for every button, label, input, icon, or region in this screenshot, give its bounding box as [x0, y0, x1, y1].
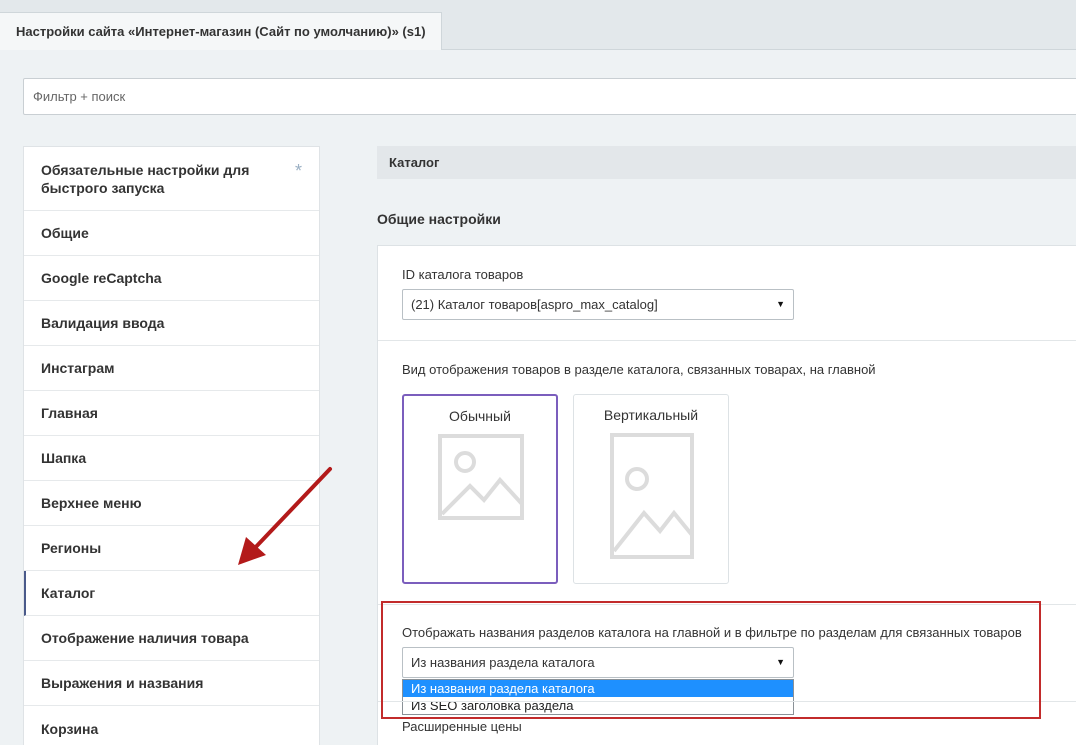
- catalog-id-label: ID каталога товаров: [402, 267, 524, 282]
- subsection-title: Общие настройки: [377, 211, 501, 227]
- sidebar-item-label: Главная: [41, 405, 98, 421]
- sidebar-item-cart[interactable]: Корзина: [24, 706, 319, 745]
- sidebar-item-label: Регионы: [41, 540, 102, 556]
- view-mode-card-title: Обычный: [449, 408, 511, 424]
- sidebar-item-catalog[interactable]: Каталог: [24, 571, 319, 616]
- view-mode-card-title: Вертикальный: [603, 407, 699, 423]
- red-arrow-icon: [238, 467, 332, 565]
- sidebar-item-label: Верхнее меню: [41, 495, 142, 511]
- sidebar-item-input-validation[interactable]: Валидация ввода: [24, 301, 319, 346]
- sidebar-item-stock-display[interactable]: Отображение наличия товара: [24, 616, 319, 661]
- image-placeholder-icon: [438, 434, 524, 520]
- sidebar-item-phrases[interactable]: Выражения и названия: [24, 661, 319, 706]
- sidebar-item-label: Отображение наличия товара: [41, 630, 249, 646]
- sidebar-item-label: Шапка: [41, 450, 87, 466]
- sidebar-item-label: Валидация ввода: [41, 315, 165, 331]
- sidebar-item-instagram[interactable]: Инстаграм: [24, 346, 319, 391]
- sidebar-item-quick-start[interactable]: Обязательные настройки для быстрого запу…: [24, 147, 319, 211]
- tab-bar: Настройки сайта «Интернет-магазин (Сайт …: [0, 0, 1076, 50]
- view-mode-card-vertical[interactable]: Вертикальный: [573, 394, 729, 584]
- image-placeholder-icon: [610, 433, 694, 559]
- dropdown-arrow-icon: ▼: [776, 299, 785, 309]
- sidebar-item-label: Google reCaptcha: [41, 270, 162, 286]
- sidebar-item-label: Каталог: [41, 585, 96, 601]
- highlight-box: [381, 601, 1041, 719]
- sidebar-item-general[interactable]: Общие: [24, 211, 319, 256]
- divider: [378, 340, 1076, 341]
- sidebar-item-label: Инстаграм: [41, 360, 115, 376]
- catalog-id-select[interactable]: (21) Каталог товаров[aspro_max_catalog] …: [402, 289, 794, 320]
- view-mode-label: Вид отображения товаров в разделе катало…: [402, 362, 876, 377]
- view-mode-card-regular[interactable]: Обычный: [402, 394, 558, 584]
- sidebar-item-label: Общие: [41, 225, 89, 241]
- sidebar-item-label: Обязательные настройки для быстрого запу…: [41, 161, 250, 196]
- tab-site-settings[interactable]: Настройки сайта «Интернет-магазин (Сайт …: [0, 12, 442, 50]
- filter-search-input[interactable]: [24, 79, 1076, 114]
- extended-prices-label: Расширенные цены: [402, 719, 522, 734]
- star-icon: *: [294, 161, 302, 181]
- settings-sidebar: Обязательные настройки для быстрого запу…: [23, 146, 320, 745]
- catalog-id-value: (21) Каталог товаров[aspro_max_catalog]: [411, 297, 658, 312]
- section-title: Каталог: [377, 146, 1076, 179]
- sidebar-item-label: Корзина: [41, 720, 99, 737]
- sidebar-item-recaptcha[interactable]: Google reCaptcha: [24, 256, 319, 301]
- filter-search[interactable]: [23, 78, 1076, 115]
- sidebar-item-main-page[interactable]: Главная: [24, 391, 319, 436]
- sidebar-item-label: Выражения и названия: [41, 675, 204, 691]
